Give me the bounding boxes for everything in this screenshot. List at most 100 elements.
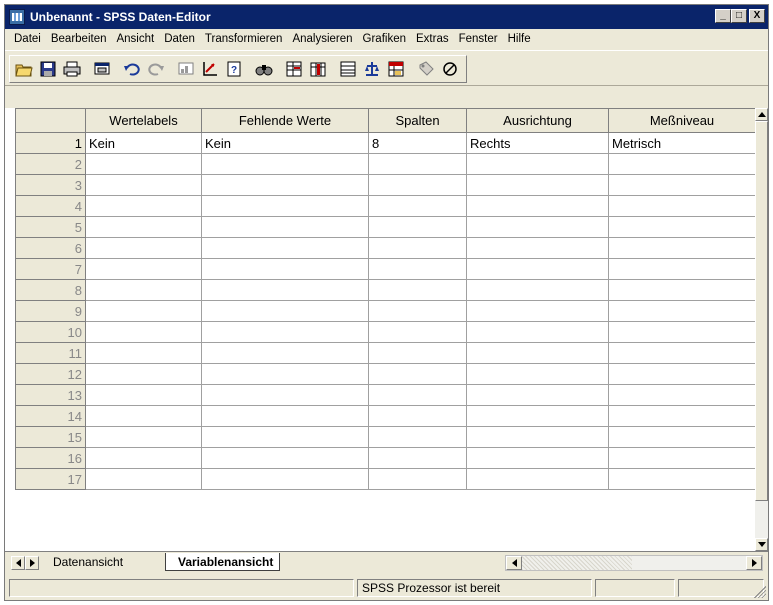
value-labels-icon[interactable] [415,58,437,80]
dialog-recall-icon[interactable] [91,58,113,80]
insert-variable-icon[interactable] [307,58,329,80]
scroll-left-button[interactable] [506,556,522,570]
grid-cell[interactable] [201,153,369,175]
horizontal-scrollbar[interactable] [505,555,763,571]
grid-cell[interactable] [608,300,756,322]
title-bar[interactable]: Unbenannt - SPSS Daten-Editor _ □ X [5,5,768,29]
grid-cell[interactable] [201,363,369,385]
grid-cell[interactable] [368,405,467,427]
tab-prev-button[interactable] [11,556,25,570]
grid-cell[interactable] [466,426,609,448]
grid-cell[interactable] [85,384,202,406]
grid-cell[interactable] [201,174,369,196]
row-number[interactable]: 1 [15,132,86,154]
grid-cell[interactable] [608,195,756,217]
grid-cell[interactable] [608,468,756,490]
grid-cell[interactable] [85,216,202,238]
row-number[interactable]: 9 [15,300,86,322]
grid-cell[interactable] [368,447,467,469]
column-header[interactable]: Spalten [368,108,467,133]
grid-cell[interactable] [201,195,369,217]
row-number[interactable]: 14 [15,405,86,427]
grid-cell[interactable] [608,216,756,238]
grid-cell[interactable] [608,426,756,448]
insert-cases-icon[interactable] [283,58,305,80]
grid-cell[interactable]: Metrisch [608,132,756,154]
grid-cell[interactable] [466,279,609,301]
menu-analysieren[interactable]: Analysieren [287,33,357,45]
menu-ansicht[interactable]: Ansicht [111,33,159,45]
column-header[interactable]: Fehlende Werte [201,108,369,133]
grid-cell[interactable]: Kein [85,132,202,154]
grid-cell[interactable] [201,342,369,364]
open-folder-icon[interactable] [13,58,35,80]
grid-cell[interactable] [201,321,369,343]
row-number[interactable]: 17 [15,468,86,490]
grid-cell[interactable] [201,216,369,238]
grid-cell[interactable]: 8 [368,132,467,154]
minimize-button[interactable]: _ [715,9,731,23]
grid-cell[interactable] [201,258,369,280]
grid-cell[interactable] [608,174,756,196]
grid-cell[interactable] [85,279,202,301]
grid-cell[interactable] [608,258,756,280]
row-number[interactable]: 3 [15,174,86,196]
grid-cell[interactable] [368,300,467,322]
grid-cell[interactable] [201,426,369,448]
grid-cell[interactable] [201,384,369,406]
grid-cell[interactable] [368,384,467,406]
variables-icon[interactable]: ? [223,58,245,80]
grid-cell[interactable] [85,447,202,469]
grid-cell[interactable] [368,363,467,385]
undo-icon[interactable] [121,58,143,80]
grid-cell[interactable] [466,258,609,280]
grid-cell[interactable] [466,174,609,196]
row-number[interactable]: 15 [15,426,86,448]
grid-cell[interactable] [466,237,609,259]
grid-cell[interactable] [368,321,467,343]
weight-cases-icon[interactable] [361,58,383,80]
print-icon[interactable] [61,58,83,80]
split-file-icon[interactable] [337,58,359,80]
grid-cell[interactable] [608,153,756,175]
scroll-up-button[interactable] [755,108,768,121]
redo-icon[interactable] [145,58,167,80]
grid-cell[interactable] [201,468,369,490]
row-number[interactable]: 8 [15,279,86,301]
grid-cell[interactable] [466,405,609,427]
tab-variablenansicht[interactable]: Variablenansicht [165,553,281,571]
grid-cell[interactable] [466,216,609,238]
grid-cell[interactable] [368,237,467,259]
grid-cell[interactable] [368,426,467,448]
grid-cell[interactable] [466,363,609,385]
grid-cell[interactable] [466,468,609,490]
grid-cell[interactable] [85,153,202,175]
select-cases-icon[interactable] [385,58,407,80]
goto-chart-icon[interactable] [175,58,197,80]
menu-daten[interactable]: Daten [159,33,200,45]
row-number[interactable]: 13 [15,384,86,406]
resize-grip-icon[interactable] [754,586,766,598]
grid-cell[interactable] [608,405,756,427]
row-number[interactable]: 5 [15,216,86,238]
grid-cell[interactable]: Kein [201,132,369,154]
close-button[interactable]: X [749,9,765,23]
grid-cell[interactable] [85,426,202,448]
menu-grafiken[interactable]: Grafiken [358,33,411,45]
menu-extras[interactable]: Extras [411,33,454,45]
grid-cell[interactable] [85,321,202,343]
grid-cell[interactable] [466,153,609,175]
grid-cell[interactable] [608,321,756,343]
grid-cell[interactable] [608,279,756,301]
grid-cell[interactable] [85,405,202,427]
grid-cell[interactable] [368,195,467,217]
grid-cell[interactable] [85,468,202,490]
row-number[interactable]: 4 [15,195,86,217]
grid-cell[interactable]: Rechts [466,132,609,154]
grid-cell[interactable] [201,405,369,427]
row-number[interactable]: 11 [15,342,86,364]
grid-cell[interactable] [466,321,609,343]
corner-cell[interactable] [15,108,86,133]
grid-cell[interactable] [201,279,369,301]
menu-bearbeiten[interactable]: Bearbeiten [46,33,112,45]
